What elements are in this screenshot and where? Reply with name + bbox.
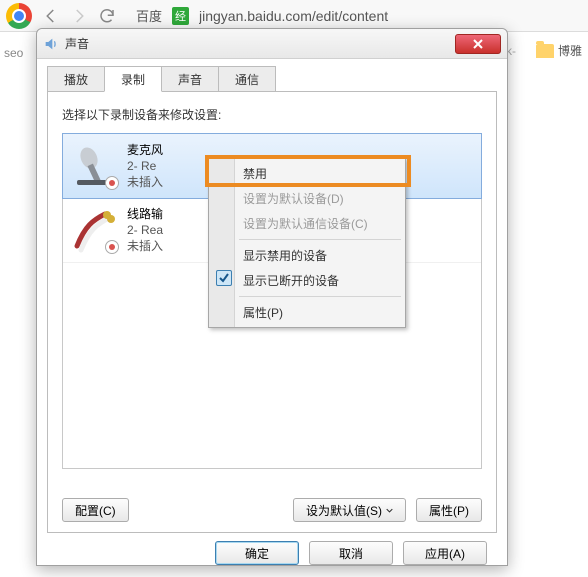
set-default-button[interactable]: 设为默认值(S) [293, 498, 406, 522]
address-bar-text[interactable]: jingyan.baidu.com/edit/content [199, 8, 582, 24]
background-text-left: seo [4, 46, 23, 60]
menu-show-disabled[interactable]: 显示禁用的设备 [211, 243, 403, 268]
menu-separator [239, 296, 401, 297]
baidu-badge: 经 [172, 7, 189, 25]
configure-button[interactable]: 配置(C) [62, 498, 129, 522]
chrome-logo-icon [6, 3, 32, 29]
microphone-icon [71, 142, 119, 190]
folder-label[interactable]: 博雅 [558, 42, 582, 59]
device-context-menu: 禁用 设置为默认设备(D) 设置为默认通信设备(C) 显示禁用的设备 显示已断开… [208, 158, 406, 328]
status-unplugged-icon [105, 240, 119, 254]
properties-button[interactable]: 属性(P) [416, 498, 482, 522]
status-unplugged-icon [105, 176, 119, 190]
panel-prompt: 选择以下录制设备来修改设置: [62, 106, 482, 123]
menu-disable[interactable]: 禁用 [211, 161, 403, 186]
device-line2: 2- Rea [127, 222, 163, 238]
device-name: 麦克风 [127, 142, 163, 158]
apply-button[interactable]: 应用(A) [403, 541, 487, 565]
device-status: 未插入 [127, 238, 163, 254]
panel-bottom-controls: 配置(C) 设为默认值(S) 属性(P) [62, 498, 482, 522]
device-status: 未插入 [127, 174, 163, 190]
menu-separator [239, 239, 401, 240]
tab-playback[interactable]: 播放 [47, 66, 105, 92]
cancel-button[interactable]: 取消 [309, 541, 393, 565]
close-button[interactable] [455, 34, 501, 54]
back-icon[interactable] [42, 7, 60, 25]
tab-communications[interactable]: 通信 [218, 66, 276, 92]
tab-sounds[interactable]: 声音 [161, 66, 219, 92]
url-prefix: 百度 [136, 6, 162, 25]
check-icon [216, 270, 232, 286]
menu-show-disconnected-label: 显示已断开的设备 [243, 274, 339, 288]
forward-icon[interactable] [70, 7, 88, 25]
titlebar[interactable]: 声音 [37, 29, 507, 59]
linein-icon [71, 206, 119, 254]
tabstrip: 播放 录制 声音 通信 [47, 65, 497, 91]
folder-icon [536, 44, 554, 58]
sound-icon [43, 36, 59, 52]
tab-recording[interactable]: 录制 [104, 66, 162, 92]
ok-button[interactable]: 确定 [215, 541, 299, 565]
chevron-down-icon [386, 507, 393, 514]
menu-show-disconnected[interactable]: 显示已断开的设备 [211, 268, 403, 293]
dialog-title: 声音 [65, 35, 455, 52]
menu-properties[interactable]: 属性(P) [211, 300, 403, 325]
device-name: 线路输 [127, 206, 163, 222]
reload-icon[interactable] [98, 7, 116, 25]
device-line2: 2- Re [127, 158, 163, 174]
background-folders: ak- 博雅 [499, 42, 582, 59]
menu-set-default-comm: 设置为默认通信设备(C) [211, 211, 403, 236]
dialog-buttons: 确定 取消 应用(A) [37, 533, 507, 575]
set-default-label: 设为默认值(S) [306, 502, 382, 519]
menu-set-default: 设置为默认设备(D) [211, 186, 403, 211]
